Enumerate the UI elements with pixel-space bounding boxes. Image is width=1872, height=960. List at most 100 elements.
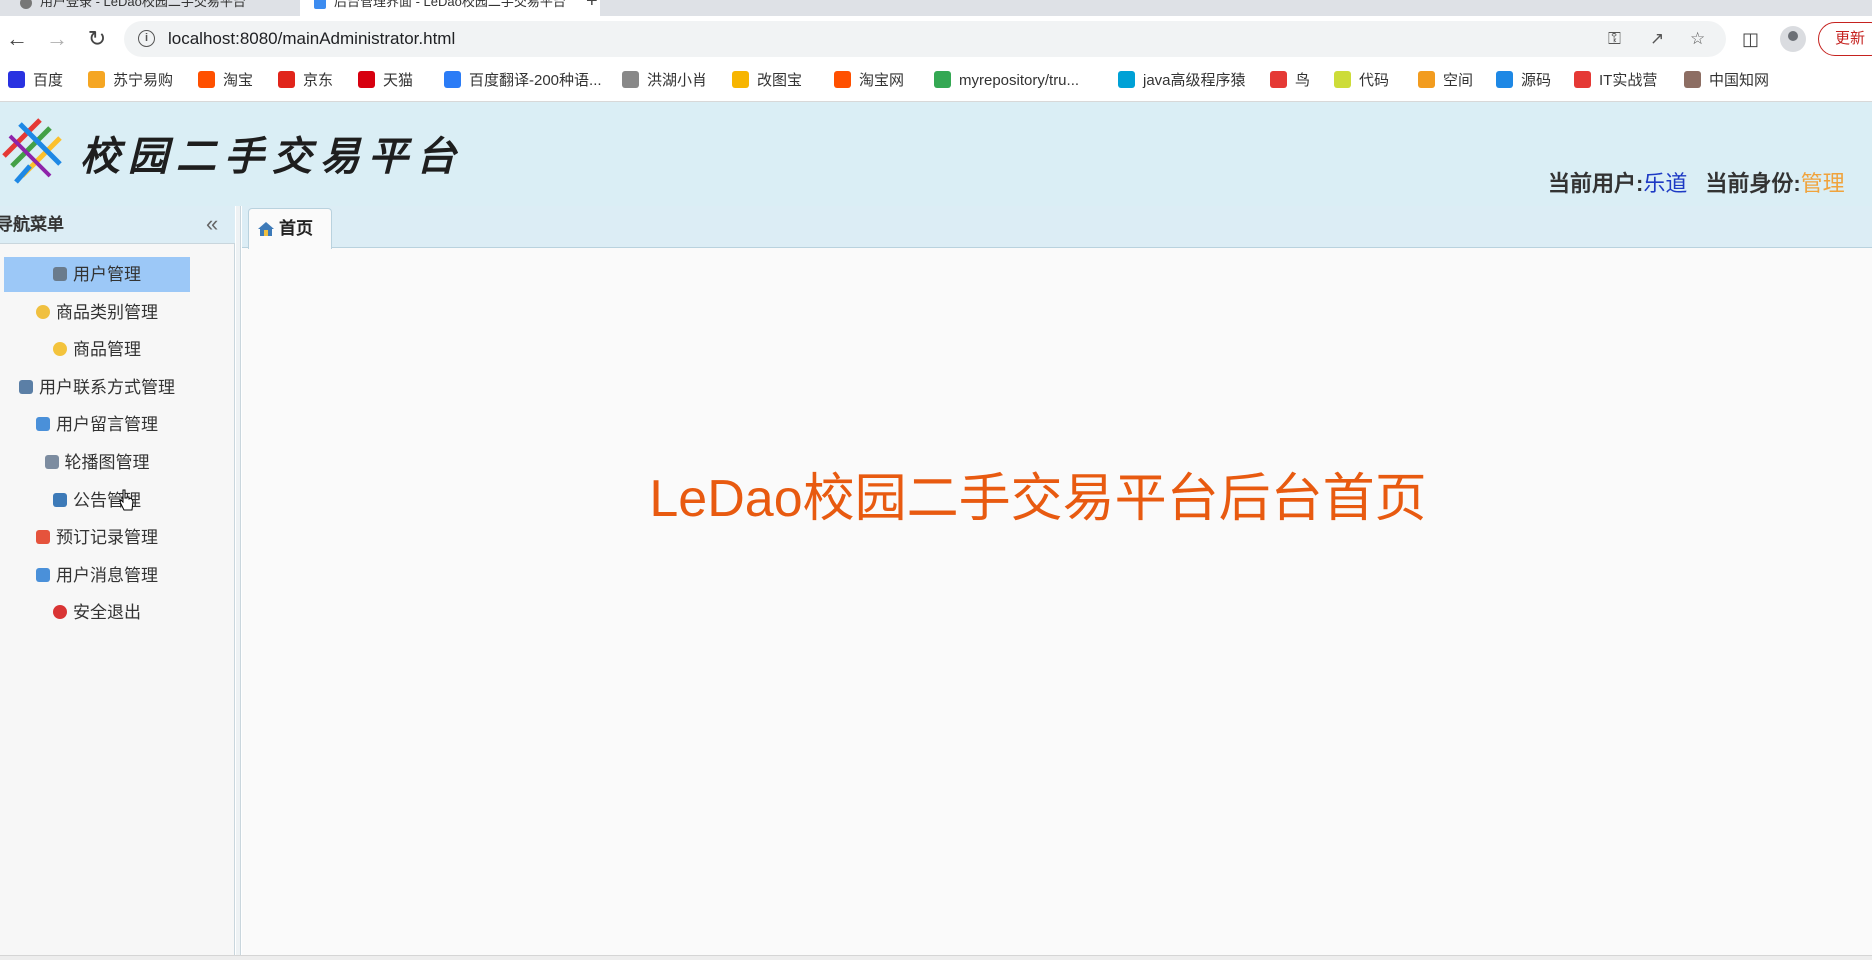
bookmark-item[interactable]: 鸟 <box>1270 62 1310 100</box>
sidebar-item-7[interactable]: 公告管理 <box>4 483 190 518</box>
main-content: 首页 LeDao校园二手交易平台后台首页 <box>242 206 1872 960</box>
bookmark-label: 中国知网 <box>1709 72 1770 89</box>
tab-home[interactable]: 首页 <box>248 208 332 249</box>
bookmark-item[interactable]: java高级程序猿 <box>1118 62 1246 100</box>
sidebar-item-6[interactable]: 轮播图管理 <box>4 445 190 480</box>
address-bar[interactable]: i localhost:8080/mainAdministrator.html … <box>124 21 1726 57</box>
images-icon <box>44 455 59 469</box>
bookmark-favicon-icon <box>1118 71 1135 88</box>
browser-tab-label: 后台管理界面 - LeDao校园二手交易平台 <box>334 0 566 9</box>
sidebar-item-1[interactable]: 用户管理 <box>4 257 190 292</box>
bookmark-item[interactable]: 百度翻译-200种语... <box>444 62 602 100</box>
key-icon[interactable]: ⚿ <box>1608 29 1621 49</box>
reload-icon[interactable]: ↻ <box>82 24 112 54</box>
bookmark-label: 天猫 <box>383 72 414 89</box>
update-button[interactable]: 更新 <box>1818 22 1872 56</box>
bookmark-item[interactable]: myrepository/tru... <box>934 62 1079 100</box>
sidebar-item-label: 商品管理 <box>73 340 141 360</box>
new-tab-icon[interactable]: + <box>586 0 598 13</box>
bookmark-label: 百度 <box>33 72 64 89</box>
globe-icon <box>20 0 32 9</box>
app-logo-text: 校园二手交易平台 <box>80 133 464 180</box>
bookmark-favicon-icon <box>732 71 749 88</box>
browser-tabstrip: 用户登录 - LeDao校园二手交易平台 后台管理界面 - LeDao校园二手交… <box>0 0 1872 16</box>
bookmark-label: 鸟 <box>1295 72 1311 89</box>
bookmark-label: 空间 <box>1443 72 1474 89</box>
bookmark-item[interactable]: 淘宝 <box>198 62 253 100</box>
bookmark-star-icon[interactable]: ☆ <box>1690 29 1705 49</box>
sidebar-item-4[interactable]: 用户联系方式管理 <box>4 370 190 405</box>
bookmark-item[interactable]: 淘宝网 <box>834 62 904 100</box>
bookmark-item[interactable]: 中国知网 <box>1684 62 1769 100</box>
sidebar-item-label: 用户联系方式管理 <box>39 377 175 397</box>
bookmark-favicon-icon <box>358 71 375 88</box>
tab-home-label: 首页 <box>279 219 313 238</box>
bookmark-label: 淘宝网 <box>859 72 905 89</box>
bookmark-label: 百度翻译-200种语... <box>469 72 602 89</box>
bookmark-item[interactable]: 百度 <box>8 62 63 100</box>
app-header: 校园二手交易平台 当前用户:乐道 当前身份:管理 <box>0 102 1872 206</box>
bookmark-item[interactable]: 苏宁易购 <box>88 62 173 100</box>
current-user-name: 乐道 <box>1643 171 1688 196</box>
page-icon <box>314 0 326 9</box>
bookmark-favicon-icon <box>1270 71 1287 88</box>
bookmark-item[interactable]: 洪湖小肖 <box>622 62 707 100</box>
sidebar-item-3[interactable]: 商品管理 <box>4 332 190 367</box>
comment-icon <box>36 567 50 582</box>
profile-avatar[interactable] <box>1780 26 1806 52</box>
back-arrow-icon[interactable]: ← <box>2 24 32 54</box>
bookmark-item[interactable]: 京东 <box>278 62 333 100</box>
board-icon <box>53 492 67 507</box>
bookmark-item[interactable]: 源码 <box>1496 62 1551 100</box>
sidebar-item-5[interactable]: 用户留言管理 <box>4 407 190 442</box>
phone-icon <box>19 379 33 394</box>
power-icon <box>53 605 67 620</box>
bookmark-favicon-icon <box>88 71 105 88</box>
bookmark-item[interactable]: 改图宝 <box>732 62 802 100</box>
bookmark-favicon-icon <box>1496 71 1513 88</box>
bookmark-label: 苏宁易购 <box>113 72 174 89</box>
user-icon <box>53 267 67 281</box>
bookmark-item[interactable]: 空间 <box>1418 62 1473 100</box>
browser-tab-login[interactable]: 用户登录 - LeDao校园二手交易平台 <box>6 0 296 16</box>
bookmark-favicon-icon <box>8 71 25 88</box>
site-info-icon[interactable]: i <box>138 30 155 47</box>
comments-icon <box>36 417 50 432</box>
url-text[interactable]: localhost:8080/mainAdministrator.html <box>168 21 455 57</box>
sidebar-item-label: 用户消息管理 <box>56 565 158 585</box>
sidebar-item-8[interactable]: 预订记录管理 <box>4 520 190 555</box>
current-role-value: 管理 <box>1800 171 1845 196</box>
sidebar-item-label: 用户管理 <box>73 265 141 284</box>
bookmark-item[interactable]: 代码 <box>1334 62 1389 100</box>
collapse-double-chevron-icon[interactable]: « <box>206 206 218 242</box>
sidebar: 导航菜单 « 用户管理 商品类别管理 商品管理 用户联系方式管理 用户留言管理 轮播图管理… <box>0 206 235 960</box>
bookmark-favicon-icon <box>1574 71 1591 88</box>
side-panel-icon[interactable]: ◫ <box>1742 28 1759 50</box>
bookmark-label: 源码 <box>1521 72 1552 89</box>
sidebar-item-2[interactable]: 商品类别管理 <box>4 295 190 330</box>
bookmark-favicon-icon <box>1334 71 1351 88</box>
sidebar-item-10[interactable]: 安全退出 <box>4 595 190 630</box>
home-icon <box>258 222 274 236</box>
mouse-cursor-icon <box>120 489 134 511</box>
bookmark-label: 淘宝 <box>223 72 254 89</box>
bookmark-favicon-icon <box>834 71 851 88</box>
calendar-icon <box>36 530 50 545</box>
logo-icon <box>2 118 62 184</box>
bookmark-favicon-icon <box>1684 71 1701 88</box>
layout-splitter[interactable] <box>236 206 241 960</box>
current-role-label: 当前身份: <box>1705 171 1801 196</box>
share-icon[interactable]: ↗ <box>1650 29 1664 49</box>
sidebar-item-9[interactable]: 用户消息管理 <box>4 558 190 593</box>
browser-tab-admin[interactable]: 后台管理界面 - LeDao校园二手交易平台 <box>300 0 600 16</box>
bookmark-favicon-icon <box>622 71 639 88</box>
forward-arrow-icon[interactable]: → <box>42 24 72 54</box>
bookmark-favicon-icon <box>444 71 461 88</box>
sidebar-item-label: 轮播图管理 <box>64 453 150 472</box>
bookmark-item[interactable]: 天猫 <box>358 62 413 100</box>
sidebar-item-label: 商品类别管理 <box>56 302 158 322</box>
bookmark-label: myrepository/tru... <box>959 72 1080 89</box>
bookmark-favicon-icon <box>278 71 295 88</box>
bookmark-item[interactable]: IT实战营 <box>1574 62 1657 100</box>
sidebar-item-label: 安全退出 <box>73 603 141 623</box>
